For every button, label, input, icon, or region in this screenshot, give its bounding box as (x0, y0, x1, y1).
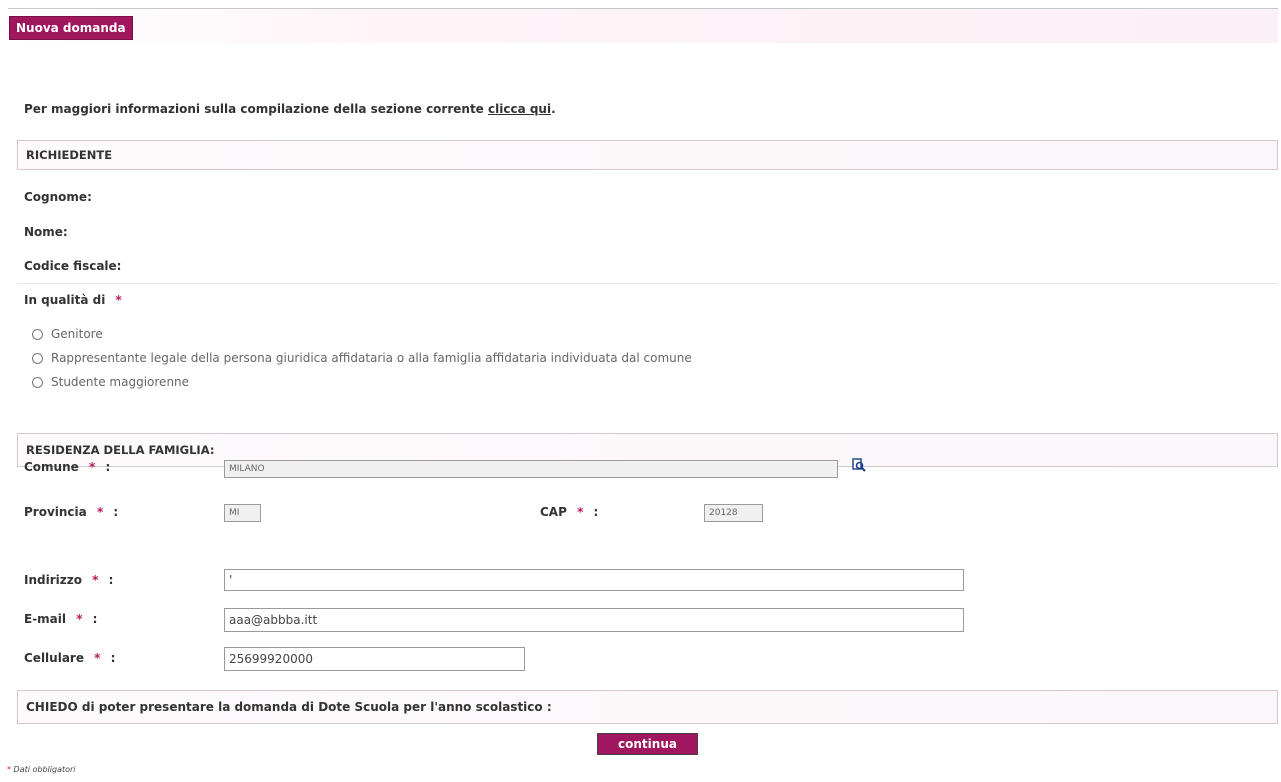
clicca-qui-link[interactable]: clicca qui (488, 102, 551, 116)
info-prefix: Per maggiori informazioni sulla compilaz… (24, 102, 488, 116)
tab-bar (8, 9, 1278, 43)
provincia-label: Provincia * : (24, 505, 118, 519)
email-input[interactable] (224, 608, 964, 632)
info-suffix: . (551, 102, 556, 116)
nome-label: Nome: (24, 225, 68, 239)
required-mark: * (96, 505, 104, 519)
required-mark: * (577, 505, 584, 519)
info-text: Per maggiori informazioni sulla compilaz… (24, 102, 556, 116)
richiedente-title: RICHIEDENTE (26, 148, 113, 162)
colon: : (593, 505, 599, 519)
email-text: E-mail (24, 612, 67, 626)
chiedo-section: CHIEDO di poter presentare la domanda di… (17, 690, 1278, 724)
radio-option-rappresentante[interactable]: Rappresentante legale della persona giur… (32, 351, 692, 365)
comune-input: MILANO (224, 460, 838, 478)
indirizzo-input[interactable] (224, 569, 964, 591)
radio-option-genitore[interactable]: Genitore (32, 327, 103, 341)
residenza-title: RESIDENZA DELLA FAMIGLIA: (26, 443, 215, 457)
indirizzo-text: Indirizzo (24, 573, 82, 587)
radio-button[interactable] (32, 376, 43, 388)
required-mark: * (115, 293, 122, 307)
footnote: * Dati obbligatori (7, 765, 76, 774)
qualita-label: In qualità di * (24, 293, 122, 307)
cellulare-text: Cellulare (24, 651, 84, 665)
colon: : (108, 573, 114, 587)
section-richiedente-header: RICHIEDENTE (17, 140, 1278, 170)
required-mark: * (88, 460, 96, 474)
indirizzo-label: Indirizzo * : (24, 573, 113, 587)
colon: : (92, 612, 98, 626)
footnote-text: Dati obbligatori (11, 765, 76, 774)
tab-nuova-domanda[interactable]: Nuova domanda (9, 16, 133, 40)
provincia-input: MI (224, 504, 261, 522)
cellulare-input[interactable] (224, 647, 525, 671)
radio-label: Genitore (51, 327, 103, 341)
chiedo-text: CHIEDO di poter presentare la domanda di… (26, 700, 552, 714)
comune-text: Comune (24, 460, 79, 474)
cellulare-label: Cellulare * : (24, 651, 115, 665)
cap-input: 20128 (704, 504, 763, 522)
colon: : (105, 460, 111, 474)
cap-text: CAP (540, 505, 567, 519)
continua-button[interactable]: continua (597, 733, 698, 755)
cognome-label: Cognome: (24, 190, 92, 204)
radio-option-studente[interactable]: Studente maggiorenne (32, 375, 189, 389)
cap-label: CAP * : (540, 505, 598, 519)
qualita-text: In qualità di (24, 293, 106, 307)
colon: : (110, 651, 116, 665)
comune-label: Comune * : (24, 460, 110, 474)
email-label: E-mail * : (24, 612, 97, 626)
radio-label: Studente maggiorenne (51, 375, 190, 389)
provincia-text: Provincia (24, 505, 87, 519)
colon: : (113, 505, 119, 519)
search-lookup-icon[interactable] (852, 458, 866, 472)
required-mark: * (76, 612, 83, 626)
required-mark: * (94, 651, 101, 665)
required-mark: * (92, 573, 99, 587)
radio-button[interactable] (32, 352, 43, 364)
radio-label: Rappresentante legale della persona giur… (51, 351, 692, 365)
radio-button[interactable] (32, 328, 43, 340)
divider (17, 283, 1278, 284)
codice-fiscale-label: Codice fiscale: (24, 259, 122, 273)
